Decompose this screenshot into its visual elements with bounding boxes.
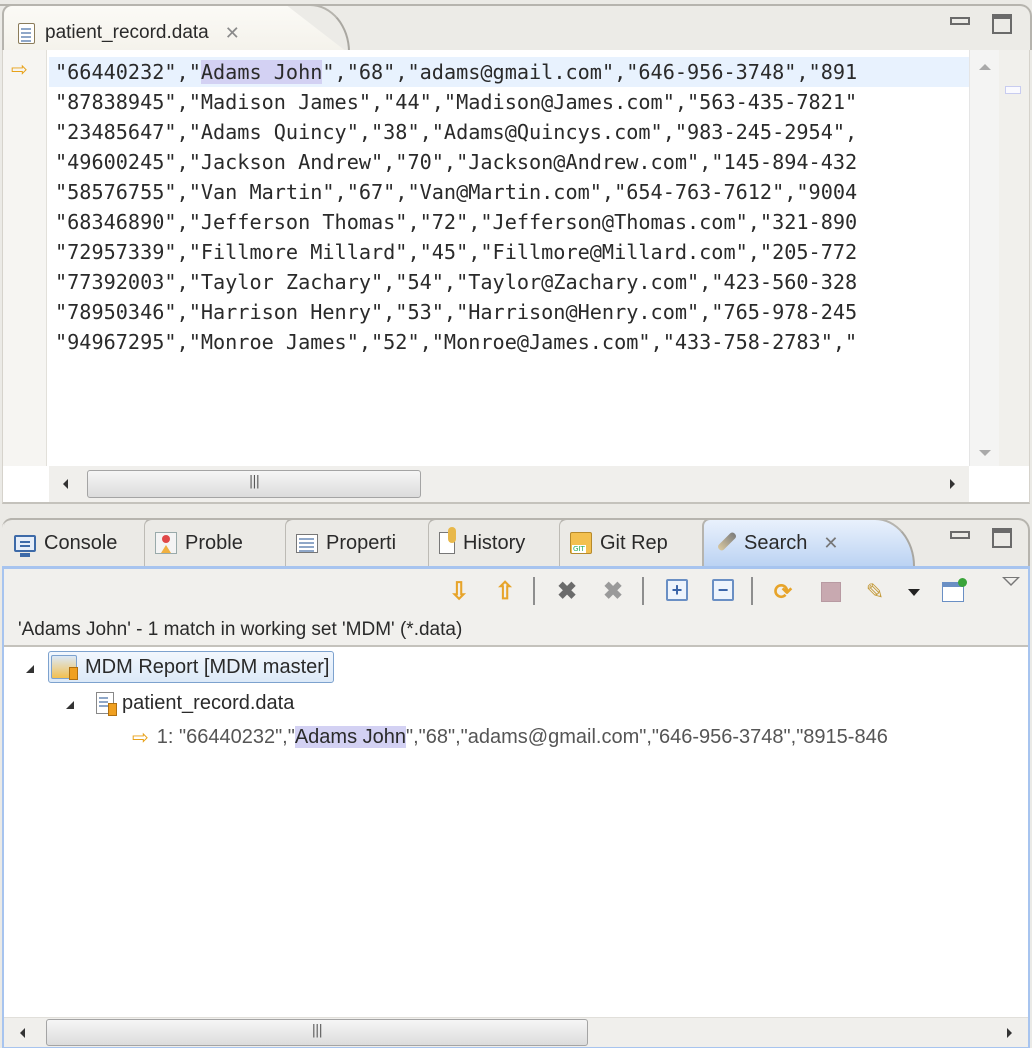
scroll-left-arrow-icon[interactable] <box>63 479 68 489</box>
tab-console[interactable]: Console <box>4 518 144 566</box>
tab-git-repositories[interactable]: Git Rep <box>559 518 701 566</box>
overview-ruler[interactable] <box>999 50 1029 466</box>
pin-view-button[interactable] <box>940 578 967 605</box>
scroll-left-arrow-icon[interactable] <box>20 1028 25 1038</box>
editor-line[interactable]: "77392003","Taylor Zachary","54","Taylor… <box>49 267 969 297</box>
maximize-editor-button[interactable] <box>992 14 1012 34</box>
run-search-again-button[interactable]: ⟳ <box>770 579 796 605</box>
remove-selected-button[interactable]: ✖ <box>554 579 580 605</box>
match-text: 1: "66440232","Adams John","68","adams@g… <box>156 725 888 748</box>
toolbar-separator <box>751 577 753 605</box>
tab-history[interactable]: History <box>428 518 558 566</box>
stop-icon <box>821 582 841 602</box>
editor-line[interactable]: "58576755","Van Martin","67","Van@Martin… <box>49 177 969 207</box>
view-menu-icon[interactable] <box>1002 577 1020 586</box>
results-hscroll-thumb[interactable] <box>46 1019 588 1046</box>
editor-tab-title: patient_record.data <box>45 22 209 43</box>
scroll-right-arrow-icon[interactable] <box>1007 1028 1012 1038</box>
toolbar-separator <box>642 577 644 605</box>
search-summary-label: 'Adams John' - 1 match in working set 'M… <box>18 619 463 640</box>
search-history-button[interactable]: ✎ <box>862 579 888 605</box>
console-icon <box>14 534 36 557</box>
view-tab-bar: Console Proble Properti History Git Rep … <box>0 514 1032 568</box>
remove-all-icon: ✖ <box>602 578 624 605</box>
arrow-down-icon: ⇩ <box>448 578 470 605</box>
git-repositories-icon <box>570 532 592 554</box>
editor-line[interactable]: "66440232","Adams John","68","adams@gmai… <box>49 57 969 87</box>
text-file-icon <box>18 22 35 44</box>
search-icon <box>714 532 736 554</box>
collapse-all-icon: − <box>717 580 729 600</box>
remove-icon: ✖ <box>556 578 578 605</box>
project-folder-icon <box>51 655 78 680</box>
current-match-arrow-icon: ⇨ <box>11 59 28 81</box>
editor-ruler: ⇨ <box>3 50 47 466</box>
previous-match-button[interactable]: ⇧ <box>492 579 518 605</box>
expand-all-button[interactable]: + <box>666 579 688 601</box>
collapse-toggle-icon[interactable] <box>26 665 34 673</box>
scroll-right-arrow-icon[interactable] <box>950 479 955 489</box>
close-tab-icon[interactable]: ✕ <box>225 24 240 42</box>
search-view-pane: Console Proble Properti History Git Rep … <box>0 514 1032 1048</box>
search-highlight: Adams John <box>200 60 323 84</box>
scroll-up-arrow-icon[interactable] <box>979 64 991 70</box>
minimize-view-button[interactable] <box>950 531 970 539</box>
editor-horizontal-scrollbar[interactable] <box>49 466 969 502</box>
search-history-dropdown-icon[interactable] <box>908 589 920 596</box>
editor-hscroll-thumb[interactable] <box>87 470 421 498</box>
match-arrow-icon: ⇨ <box>132 726 149 749</box>
editor-pane: patient_record.data ✕ ⇨ "66440232","Adam… <box>0 0 1032 506</box>
collapse-all-button[interactable]: − <box>712 579 734 601</box>
search-results-tree[interactable]: MDM Report [MDM master] patient_record.d… <box>4 645 1028 1017</box>
editor-tab-bar: patient_record.data ✕ <box>0 0 1032 52</box>
editor-line[interactable]: "87838945","Madison James","44","Madison… <box>49 87 969 117</box>
editor-line[interactable]: "78950346","Harrison Henry","53","Harris… <box>49 297 969 327</box>
minimize-editor-button[interactable] <box>950 17 970 25</box>
tab-problems[interactable]: Proble <box>144 518 284 566</box>
editor-line[interactable]: "23485647","Adams Quincy","38","Adams@Qu… <box>49 117 969 147</box>
editor-line[interactable]: "72957339","Fillmore Millard","45","Fill… <box>49 237 969 267</box>
history-icon <box>439 527 456 554</box>
close-tab-icon[interactable]: ✕ <box>823 533 838 554</box>
maximize-view-button[interactable] <box>992 528 1012 548</box>
properties-icon <box>296 533 318 553</box>
toolbar-separator <box>533 577 535 605</box>
refresh-icon: ⟳ <box>773 579 793 604</box>
editor-line[interactable]: "94967295","Monroe James","52","Monroe@J… <box>49 327 969 357</box>
tab-properties[interactable]: Properti <box>285 518 427 566</box>
results-horizontal-scrollbar[interactable] <box>4 1017 1028 1047</box>
editor-body[interactable]: ⇨ "66440232","Adams John","68","adams@gm… <box>2 50 1030 504</box>
search-history-icon: ✎ <box>865 579 885 604</box>
tab-search[interactable]: Search ✕ <box>702 518 862 566</box>
tree-node-project[interactable]: MDM Report [MDM master] <box>48 651 335 683</box>
remove-all-button[interactable]: ✖ <box>600 579 626 605</box>
overview-match-marker[interactable] <box>1005 86 1021 94</box>
pin-icon <box>942 578 967 602</box>
arrow-up-icon: ⇧ <box>494 578 516 605</box>
problems-icon <box>155 532 177 554</box>
search-view-body: ⇩ ⇧ ✖ ✖ + − ⟳ ✎ 'Adams John' - 1 match i… <box>2 566 1030 1048</box>
next-match-button[interactable]: ⇩ <box>446 579 472 605</box>
editor-line[interactable]: "49600245","Jackson Andrew","70","Jackso… <box>49 147 969 177</box>
editor-line[interactable]: "68346890","Jefferson Thomas","72","Jeff… <box>49 207 969 237</box>
collapse-toggle-icon[interactable] <box>66 701 74 709</box>
search-toolbar: ⇩ ⇧ ✖ ✖ + − ⟳ ✎ <box>4 569 1028 615</box>
expand-all-icon: + <box>671 580 683 600</box>
editor-text-area[interactable]: "66440232","Adams John","68","adams@gmai… <box>49 57 969 467</box>
data-file-icon <box>96 692 117 716</box>
tree-node-file[interactable]: patient_record.data <box>96 687 294 719</box>
scroll-down-arrow-icon[interactable] <box>979 450 991 456</box>
editor-vertical-scrollbar[interactable] <box>969 50 999 466</box>
tree-node-match[interactable]: ⇨ 1: "66440232","Adams John","68","adams… <box>132 720 888 754</box>
cancel-search-button[interactable] <box>818 579 844 605</box>
